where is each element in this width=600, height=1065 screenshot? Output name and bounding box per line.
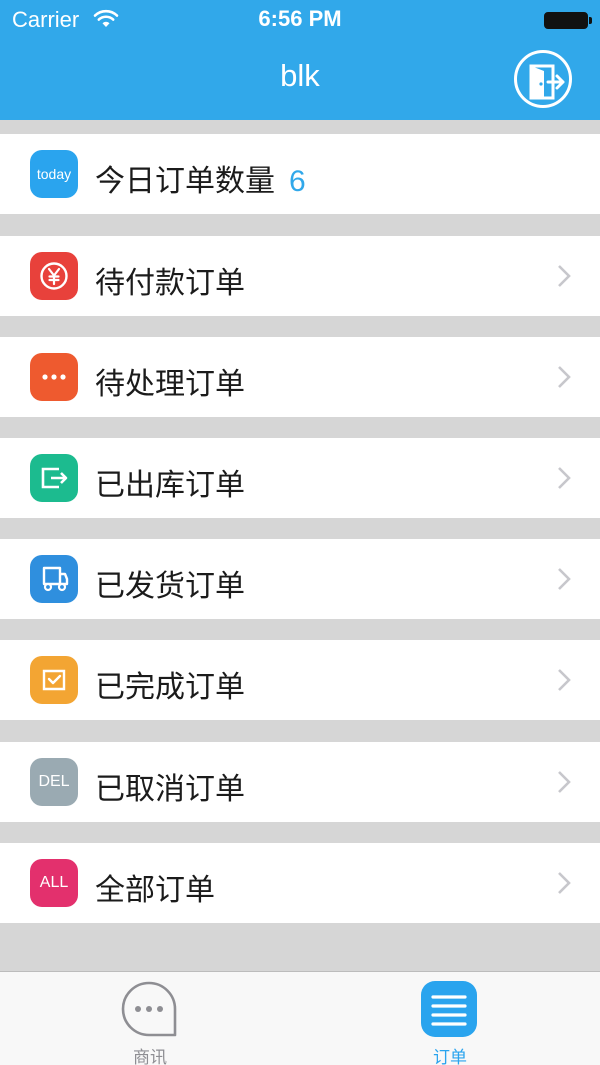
order-row-label: 已发货订单 (95, 569, 245, 604)
order-row-all[interactable]: ALL 全部订单 (0, 843, 600, 923)
list-icon (421, 981, 477, 1037)
logout-button[interactable] (514, 50, 572, 108)
tab-messages-label: 商讯 (133, 1048, 167, 1065)
navigation-header: Carrier 6:56 PM blk (0, 0, 600, 120)
order-row-label: 已出库订单 (95, 468, 245, 503)
order-row-pending-payment[interactable]: 待付款订单 (0, 236, 600, 316)
order-row-label: 待处理订单 (95, 367, 245, 402)
today-icon: today (30, 150, 78, 198)
exit-door-icon (529, 64, 565, 100)
del-icon: DEL (30, 758, 78, 806)
order-row-processing[interactable]: 待处理订单 (0, 337, 600, 417)
more-icon (30, 353, 78, 401)
order-row-label: 已完成订单 (95, 670, 245, 705)
order-row-label: 全部订单 (95, 873, 215, 908)
order-row-completed[interactable]: 已完成订单 (0, 640, 600, 720)
tab-messages[interactable]: 商讯 (90, 972, 210, 1065)
today-icon-label: today (36, 166, 72, 182)
today-orders-label: 今日订单数量 6 (95, 156, 306, 200)
today-orders-count: 6 (289, 165, 306, 198)
today-orders-row: today 今日订单数量 6 (0, 134, 600, 214)
chevron-right-icon (557, 264, 571, 292)
order-row-shipped-out[interactable]: 已出库订单 (0, 438, 600, 518)
order-row-label: 已取消订单 (95, 772, 245, 807)
check-box-icon (30, 656, 78, 704)
all-icon: ALL (30, 859, 78, 907)
battery-icon (544, 12, 592, 29)
chevron-right-icon (557, 871, 571, 899)
status-bar: Carrier 6:56 PM (0, 0, 600, 40)
order-row-cancelled[interactable]: DEL 已取消订单 (0, 742, 600, 822)
del-icon-label: DEL (38, 773, 70, 790)
page-title: blk (280, 58, 320, 93)
order-row-label: 待付款订单 (95, 266, 245, 301)
export-icon (30, 454, 78, 502)
today-orders-text: 今日订单数量 (95, 164, 275, 199)
chevron-right-icon (557, 365, 571, 393)
chevron-right-icon (557, 668, 571, 696)
chevron-right-icon (557, 466, 571, 494)
tab-orders[interactable]: 订单 (390, 972, 510, 1065)
chevron-right-icon (557, 770, 571, 798)
yen-icon (30, 252, 78, 300)
status-time: 6:56 PM (258, 6, 342, 31)
chevron-right-icon (557, 567, 571, 595)
order-row-delivered[interactable]: 已发货订单 (0, 539, 600, 619)
tab-orders-label: 订单 (433, 1048, 467, 1065)
chat-bubble-icon (121, 981, 177, 1037)
tab-bar: 商讯 订单 (0, 971, 600, 1065)
truck-icon (30, 555, 78, 603)
all-icon-label: ALL (39, 874, 69, 891)
